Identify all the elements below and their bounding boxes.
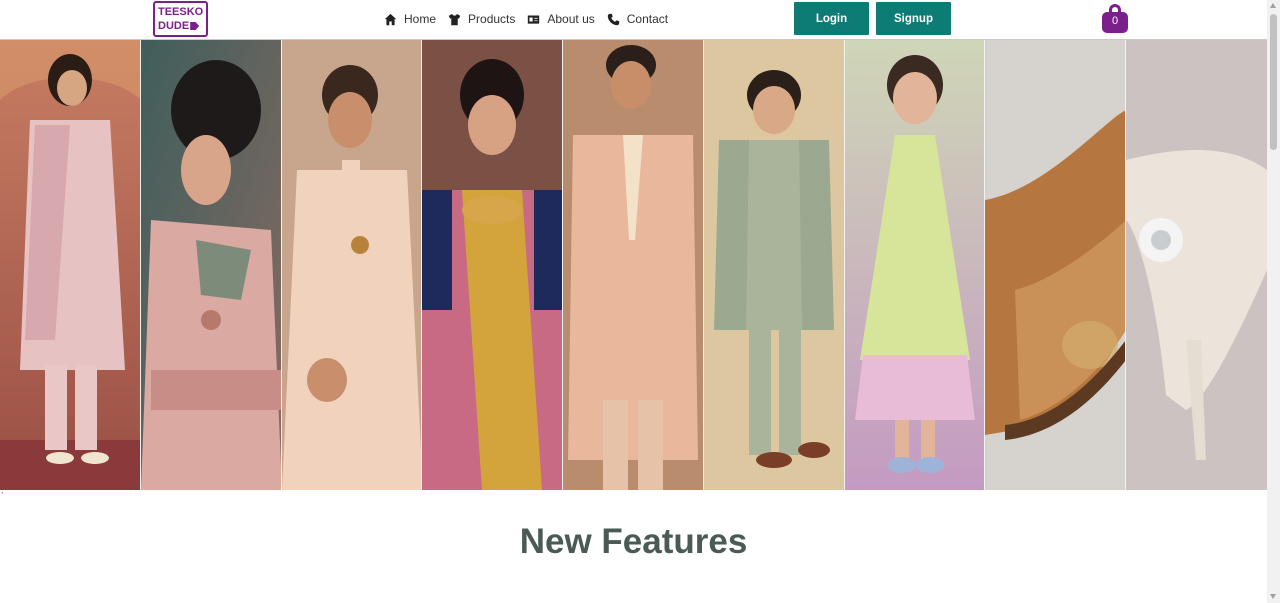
banner-panel-3[interactable] <box>281 40 423 490</box>
scroll-thumb[interactable] <box>1270 14 1277 150</box>
id-card-icon <box>528 14 540 24</box>
banner-image-6 <box>703 40 844 490</box>
banner-image-3 <box>281 40 422 490</box>
banner-image-9 <box>1126 40 1268 490</box>
nav-about[interactable]: About us <box>527 12 595 26</box>
banner-panel-6[interactable] <box>703 40 845 490</box>
top-navbar: TEESKO DUDE Home Products About us Conta… <box>0 0 1267 39</box>
hero-banner <box>0 40 1268 490</box>
tag-icon <box>190 22 200 30</box>
nav-home-label: Home <box>404 12 437 26</box>
banner-panel-1[interactable] <box>0 40 141 490</box>
banner-image-7 <box>844 40 985 490</box>
page-scrollbar[interactable] <box>1267 0 1280 603</box>
cart-button[interactable]: 0 <box>1102 3 1129 33</box>
nav-contact-label: Contact <box>626 12 669 26</box>
main-nav: Home Products About us Contact <box>384 10 680 28</box>
nav-home[interactable]: Home <box>384 12 436 26</box>
banner-panel-2[interactable] <box>140 40 282 490</box>
phone-icon <box>607 13 619 25</box>
banner-panel-8[interactable] <box>985 40 1127 490</box>
banner-image-4 <box>422 40 563 490</box>
nav-about-label: About us <box>547 12 595 26</box>
banner-image-1 <box>0 40 140 490</box>
nav-products[interactable]: Products <box>448 12 515 26</box>
brand-line-1: TEESKO <box>158 6 204 18</box>
stray-character: ` <box>1 491 4 501</box>
scroll-down-icon[interactable] <box>1270 594 1276 599</box>
nav-contact[interactable]: Contact <box>607 12 668 26</box>
brand-line-2: DUDE <box>158 20 190 32</box>
login-button[interactable]: Login <box>794 2 869 35</box>
nav-products-label: Products <box>468 12 516 26</box>
banner-panel-5[interactable] <box>563 40 704 490</box>
home-icon <box>384 13 397 25</box>
cart-count: 0 <box>1111 15 1119 27</box>
scroll-up-icon[interactable] <box>1270 3 1276 8</box>
banner-panel-7[interactable] <box>844 40 986 490</box>
banner-panel-4[interactable] <box>422 40 564 490</box>
banner-panel-9[interactable] <box>1126 40 1268 490</box>
signup-button[interactable]: Signup <box>876 2 951 35</box>
banner-image-5 <box>563 40 703 490</box>
banner-image-8 <box>985 40 1126 490</box>
brand-logo[interactable]: TEESKO DUDE <box>153 1 208 37</box>
shirt-icon <box>448 13 461 25</box>
banner-image-2 <box>140 40 281 490</box>
section-title: New Features <box>519 522 748 561</box>
